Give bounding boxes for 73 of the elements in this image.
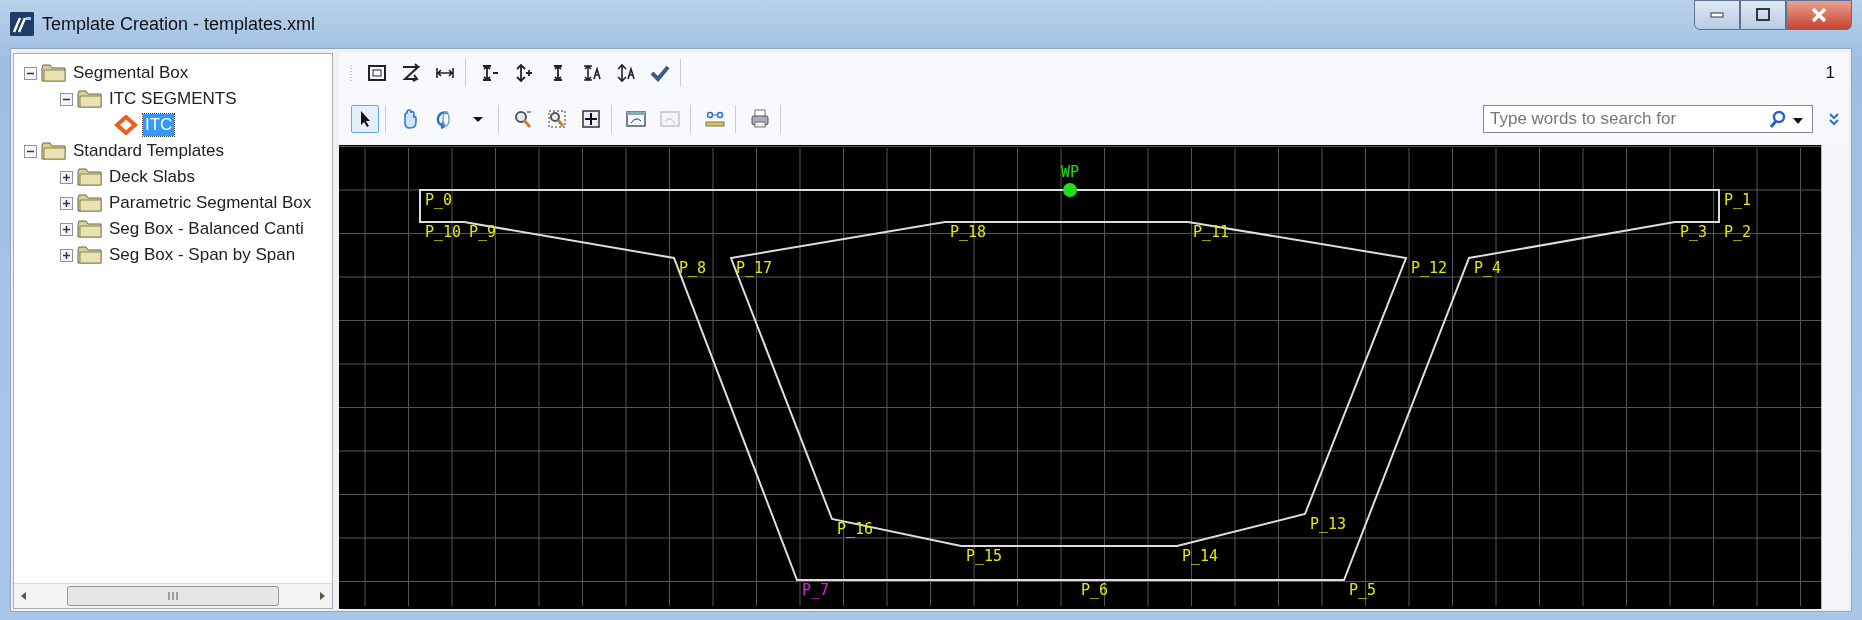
close-button[interactable] [1786,0,1852,30]
printer-icon[interactable] [750,109,770,129]
point-label: P_14 [1182,547,1219,565]
close-icon [1810,7,1828,23]
drawing-canvas[interactable]: WP P_0 P_1 P_10 P_9 P_18 P_11 P_3 P_2 P_8 P_17 P_12 P_4 P_16 P_13 P_15 P_14 P_7 P_6 P_5 [339,145,1821,609]
window-title: Template Creation - templates.xml [42,13,316,35]
minimize-button[interactable] [1694,0,1740,30]
tree-item[interactable]: Parametric Segmental Box [107,192,314,214]
point-label: P_15 [966,547,1003,565]
search-icon[interactable] [1769,110,1787,128]
vertical-dimension-minus-icon[interactable] [480,63,500,83]
tree-item[interactable]: ITC SEGMENTS [107,88,239,110]
frame-icon[interactable] [367,63,387,83]
app-logo-icon [10,12,34,36]
tree-item[interactable]: Deck Slabs [107,166,197,188]
search-field[interactable]: Type words to search for [1483,105,1813,133]
point-label: P_18 [950,223,987,241]
folder-icon [77,167,103,187]
expand-toggle-icon[interactable] [24,66,37,80]
point-label: P_9 [469,223,497,241]
expand-toggle-icon[interactable] [60,248,73,262]
folder-icon [77,89,103,109]
tree-item[interactable]: Seg Box - Balanced Canti [107,218,306,240]
folder-icon [77,193,103,213]
folder-icon [77,245,103,265]
checkmark-icon[interactable] [650,63,670,83]
page-counter: 1 [1825,63,1835,83]
maximize-button[interactable] [1740,0,1786,30]
point-label: P_17 [736,259,773,277]
point-label: P_3 [1680,223,1708,241]
measure-icon[interactable] [705,109,725,129]
point-label: P_2 [1724,223,1752,241]
double-chevron-icon[interactable] [1827,111,1841,127]
tree-item[interactable]: Standard Templates [71,140,226,162]
zigzag-arrow-icon[interactable] [401,63,421,83]
vertical-arrow-label-icon[interactable] [616,63,636,83]
expand-toggle-icon[interactable] [60,222,73,236]
scroll-thumb[interactable] [67,586,279,606]
folder-icon [77,219,103,239]
expand-toggle-icon[interactable] [24,144,37,158]
expand-toggle-icon[interactable] [60,170,73,184]
fit-view-icon[interactable] [581,109,601,129]
tree-item[interactable]: Seg Box - Span by Span [107,244,298,266]
point-label: P_5 [1349,581,1377,599]
folder-icon [41,141,67,161]
diamond-ring-icon [113,115,139,135]
point-label: P_0 [425,191,453,209]
minimize-icon [1710,12,1724,18]
tree-item[interactable]: Segmental Box [71,62,191,84]
point-label: P_11 [1193,223,1230,241]
origin-point-marker[interactable] [1063,183,1077,197]
point-label: P_10 [425,223,462,241]
zoom-icon[interactable] [513,109,533,129]
previous-view-icon[interactable] [626,109,646,129]
toolbar-grip-icon [349,63,353,83]
point-label: P_6 [1081,581,1109,599]
expand-toggle-icon[interactable] [60,92,73,106]
expand-toggle-icon[interactable] [60,196,73,210]
point-label: P_7 [802,581,830,599]
point-label: P_16 [837,520,874,538]
vertical-dimension-label-icon[interactable] [582,63,602,83]
point-label: P_12 [1411,259,1448,277]
point-label: P_13 [1310,515,1347,533]
vertical-dimension-plus-icon[interactable] [514,63,534,83]
zoom-window-icon[interactable] [547,109,567,129]
maximize-icon [1755,7,1771,23]
origin-label: WP [1061,163,1080,181]
folder-icon [41,63,67,83]
point-label: P_4 [1474,259,1502,277]
pointer-tool-button[interactable] [351,105,379,133]
point-label: P_8 [679,259,707,277]
horizontal-scrollbar[interactable] [14,583,332,608]
point-label: P_1 [1724,191,1752,209]
